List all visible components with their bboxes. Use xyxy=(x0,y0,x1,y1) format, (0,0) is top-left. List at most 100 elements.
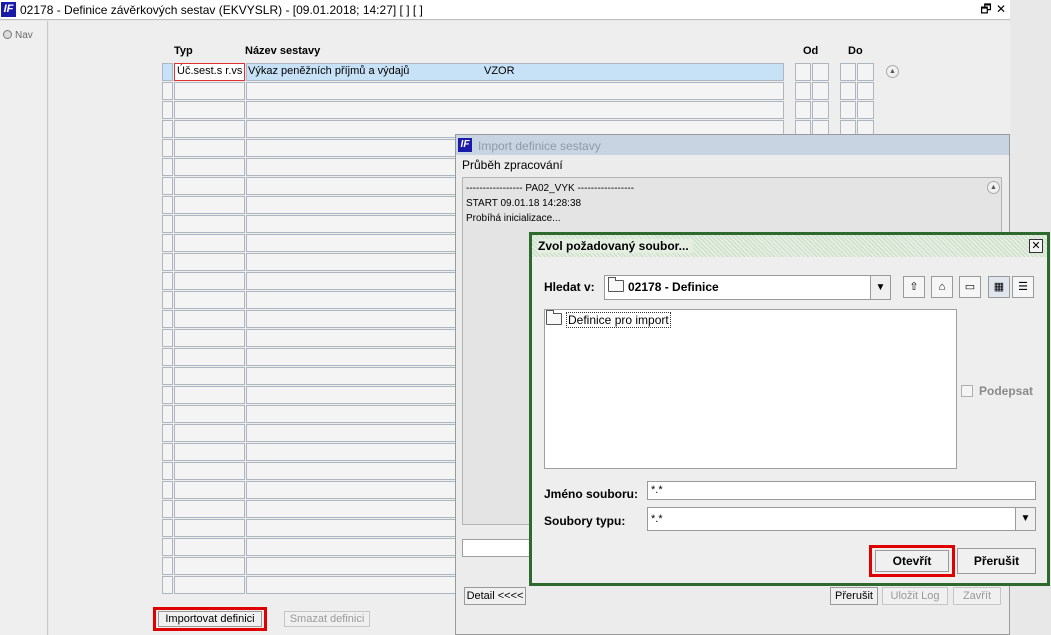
grid-row-20-typ-cell[interactable] xyxy=(174,424,245,442)
filetype-combo[interactable]: *.* ▼ xyxy=(647,507,1036,531)
grid-row-2-nazev-cell[interactable] xyxy=(246,82,784,100)
log-scroll-up-icon[interactable]: ▲ xyxy=(987,181,1000,194)
chevron-down-icon[interactable]: ▼ xyxy=(870,276,890,299)
sign-checkbox[interactable] xyxy=(961,385,973,397)
grid-row-12-typ-cell[interactable] xyxy=(174,272,245,290)
grid-row-23-row-marker[interactable] xyxy=(162,481,173,499)
open-button[interactable]: Otevřít xyxy=(875,550,949,572)
close-window-icon[interactable]: ✕ xyxy=(994,2,1008,16)
grid-row-16-typ-cell[interactable] xyxy=(174,348,245,366)
grid-row-1-do-cell-b[interactable] xyxy=(857,63,874,81)
grid-row-1-do-cell-a[interactable] xyxy=(840,63,856,81)
file-chooser-dialog: Zvol požadovaný soubor... ✕ Hledat v: 02… xyxy=(529,232,1050,586)
grid-row-22-typ-cell[interactable] xyxy=(174,462,245,480)
grid-row-8-row-marker[interactable] xyxy=(162,196,173,214)
grid-row-2-do-cell-a[interactable] xyxy=(840,82,856,100)
nav-toggle[interactable]: Nav xyxy=(3,30,33,41)
grid-row-28-typ-cell[interactable] xyxy=(174,576,245,594)
grid-row-26-typ-cell[interactable] xyxy=(174,538,245,556)
grid-row-18-row-marker[interactable] xyxy=(162,386,173,404)
grid-row-24-typ-cell[interactable] xyxy=(174,500,245,518)
restore-window-icon[interactable]: 🗗 xyxy=(979,2,993,16)
grid-row-27-typ-cell[interactable] xyxy=(174,557,245,575)
grid-row-2-typ-cell[interactable] xyxy=(174,82,245,100)
grid-row-2-row-marker[interactable] xyxy=(162,82,173,100)
save-log-button[interactable]: Uložit Log xyxy=(882,587,948,605)
grid-row-19-row-marker[interactable] xyxy=(162,405,173,423)
grid-row-3-row-marker[interactable] xyxy=(162,101,173,119)
grid-row-24-row-marker[interactable] xyxy=(162,500,173,518)
grid-row-3-do-cell-b[interactable] xyxy=(857,101,874,119)
grid-row-23-typ-cell[interactable] xyxy=(174,481,245,499)
grid-row-15-typ-cell[interactable] xyxy=(174,329,245,347)
grid-row-10-typ-cell[interactable] xyxy=(174,234,245,252)
grid-row-17-row-marker[interactable] xyxy=(162,367,173,385)
grid-row-3-do-cell-a[interactable] xyxy=(840,101,856,119)
grid-row-26-row-marker[interactable] xyxy=(162,538,173,556)
grid-row-3-nazev-cell[interactable] xyxy=(246,101,784,119)
chevron-down-icon[interactable]: ▼ xyxy=(1015,508,1035,530)
grid-row-8-typ-cell[interactable] xyxy=(174,196,245,214)
delete-definition-button[interactable]: Smazat definici xyxy=(284,611,370,627)
list-view-icon[interactable]: ▦ xyxy=(988,276,1010,298)
grid-row-25-typ-cell[interactable] xyxy=(174,519,245,537)
grid-row-6-typ-cell[interactable] xyxy=(174,158,245,176)
grid-row-3-od-cell-a[interactable] xyxy=(795,101,811,119)
grid-row-7-row-marker[interactable] xyxy=(162,177,173,195)
up-folder-icon[interactable]: ⇧ xyxy=(903,276,925,298)
grid-row-2-od-cell-b[interactable] xyxy=(812,82,829,100)
grid-row-22-row-marker[interactable] xyxy=(162,462,173,480)
window-titlebar: IF 02178 - Definice závěrkových sestav (… xyxy=(0,0,1010,20)
grid-row-27-row-marker[interactable] xyxy=(162,557,173,575)
grid-row-5-typ-cell[interactable] xyxy=(174,139,245,157)
grid-row-21-row-marker[interactable] xyxy=(162,443,173,461)
grid-row-18-typ-cell[interactable] xyxy=(174,386,245,404)
left-nav-pane: Nav xyxy=(0,21,48,635)
grid-row-1-od-cell-b[interactable] xyxy=(812,63,829,81)
grid-row-4-row-marker[interactable] xyxy=(162,120,173,138)
grid-row-16-row-marker[interactable] xyxy=(162,348,173,366)
grid-row-28-row-marker[interactable] xyxy=(162,576,173,594)
grid-row-11-row-marker[interactable] xyxy=(162,253,173,271)
grid-row-6-row-marker[interactable] xyxy=(162,158,173,176)
grid-row-13-typ-cell[interactable] xyxy=(174,291,245,309)
cancel-button[interactable]: Přerušit xyxy=(957,548,1036,574)
grid-scroll-up-icon[interactable]: ▲ xyxy=(886,65,899,78)
grid-row-3-typ-cell[interactable] xyxy=(174,101,245,119)
grid-row-2-od-cell-a[interactable] xyxy=(795,82,811,100)
grid-row-12-row-marker[interactable] xyxy=(162,272,173,290)
grid-row-1-row-marker[interactable] xyxy=(162,63,173,81)
grid-row-14-typ-cell[interactable] xyxy=(174,310,245,328)
look-in-combo[interactable]: 02178 - Definice ▼ xyxy=(604,275,891,300)
home-icon[interactable]: ⌂ xyxy=(931,276,953,298)
grid-row-7-typ-cell[interactable] xyxy=(174,177,245,195)
grid-row-21-typ-cell[interactable] xyxy=(174,443,245,461)
grid-row-1-od-cell-a[interactable] xyxy=(795,63,811,81)
grid-row-2-do-cell-b[interactable] xyxy=(857,82,874,100)
file-list[interactable]: Definice pro import xyxy=(544,309,957,469)
grid-row-15-row-marker[interactable] xyxy=(162,329,173,347)
close-icon[interactable]: ✕ xyxy=(1029,239,1043,253)
import-definition-button[interactable]: Importovat definici xyxy=(158,611,262,627)
grid-row-5-row-marker[interactable] xyxy=(162,139,173,157)
grid-row-25-row-marker[interactable] xyxy=(162,519,173,537)
grid-row-14-row-marker[interactable] xyxy=(162,310,173,328)
grid-row-9-typ-cell[interactable] xyxy=(174,215,245,233)
interrupt-button[interactable]: Přerušit xyxy=(830,587,878,605)
grid-row-3-od-cell-b[interactable] xyxy=(812,101,829,119)
grid-row-11-typ-cell[interactable] xyxy=(174,253,245,271)
selected-row-typ-cell[interactable]: Úč.sest.s r.vs xyxy=(174,63,245,81)
grid-row-17-typ-cell[interactable] xyxy=(174,367,245,385)
new-folder-icon[interactable]: ▭ xyxy=(959,276,981,298)
filename-input[interactable]: *.* xyxy=(647,481,1036,500)
grid-row-9-row-marker[interactable] xyxy=(162,215,173,233)
grid-row-19-typ-cell[interactable] xyxy=(174,405,245,423)
grid-row-4-typ-cell[interactable] xyxy=(174,120,245,138)
details-view-icon[interactable]: ☰ xyxy=(1012,276,1034,298)
file-list-item[interactable]: Definice pro import xyxy=(546,310,671,328)
detail-button[interactable]: Detail <<<< xyxy=(464,587,526,605)
grid-row-20-row-marker[interactable] xyxy=(162,424,173,442)
grid-row-10-row-marker[interactable] xyxy=(162,234,173,252)
grid-row-13-row-marker[interactable] xyxy=(162,291,173,309)
close-dialog-button[interactable]: Zavřít xyxy=(953,587,1001,605)
